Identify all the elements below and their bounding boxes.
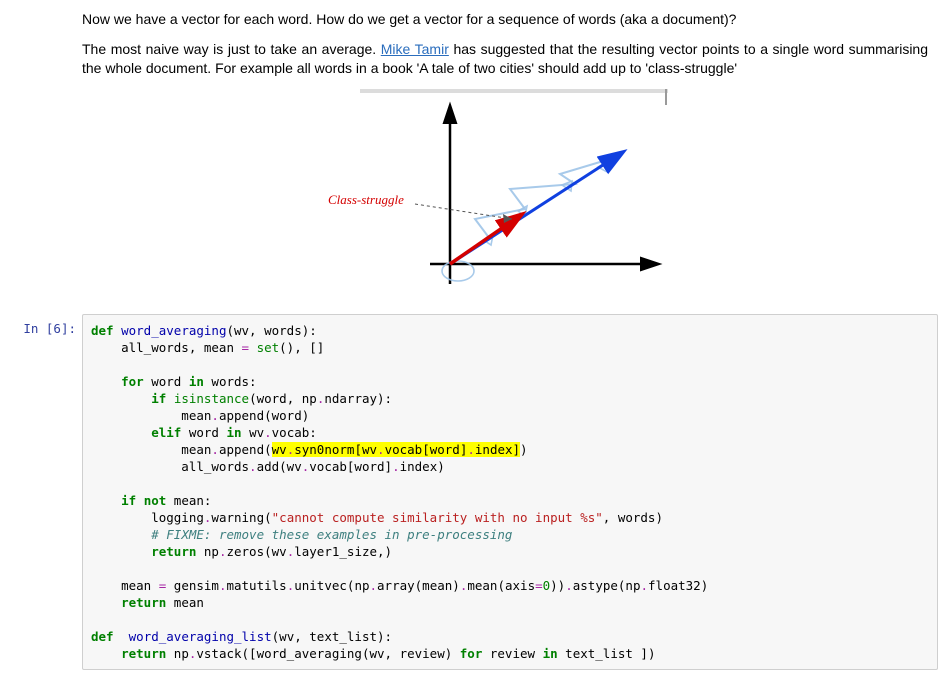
figure-label: Class-struggle	[328, 192, 404, 207]
code-input-area[interactable]: def word_averaging(wv, words): all_words…	[82, 314, 938, 670]
code-cell: In [6]: def word_averaging(wv, words): a…	[10, 314, 938, 670]
markdown-paragraph-2: The most naive way is just to take an av…	[82, 40, 928, 79]
markdown-cell: Now we have a vector for each word. How …	[82, 10, 928, 304]
notebook: Now we have a vector for each word. How …	[0, 0, 948, 680]
vector-diagram-svg: Class-struggle	[300, 89, 670, 299]
markdown-paragraph-1: Now we have a vector for each word. How …	[82, 10, 928, 30]
markdown-text: The most naive way is just to take an av…	[82, 41, 381, 57]
vector-figure: Class-struggle	[42, 89, 928, 305]
mike-tamir-link[interactable]: Mike Tamir	[381, 41, 449, 57]
code-prompt: In [6]:	[10, 314, 82, 670]
